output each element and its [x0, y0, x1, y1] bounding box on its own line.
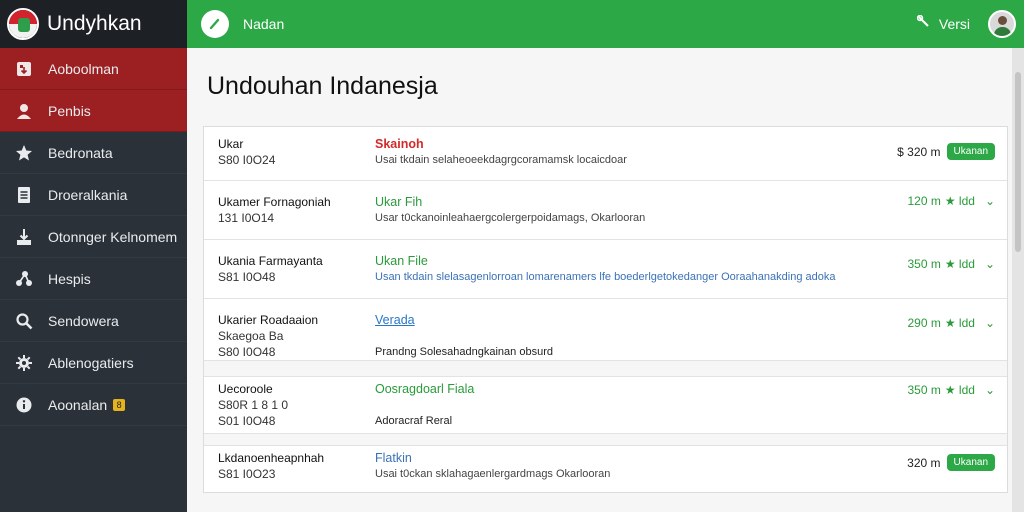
sidebar-item-hespis[interactable]: Hespis — [0, 258, 187, 300]
brand[interactable]: Undyhkan — [0, 0, 187, 48]
sidebar-item-label: Otonnger Kelnomem — [48, 228, 178, 245]
sidebar-item-label: Aoboolman — [48, 60, 119, 77]
scrollbar[interactable] — [1012, 48, 1024, 512]
version-label[interactable]: Versi — [939, 16, 970, 32]
list-divider — [204, 434, 1007, 446]
list-item[interactable]: Lkdanoenheapnhah S81 I0O23 Flatkin Usai … — [204, 446, 1007, 492]
list-item[interactable]: Ukar S80 I0O24 Skainoh Usai tkdain selah… — [204, 127, 1007, 181]
item-rating: ★ ldd — [944, 194, 975, 208]
document-icon — [14, 185, 34, 205]
list-item[interactable]: Ukarier Roadaaion Skaegoa Ba S80 I0O48 V… — [204, 299, 1007, 361]
download-list: Ukar S80 I0O24 Skainoh Usai tkdain selah… — [203, 126, 1008, 493]
sidebar-item-label: Hespis — [48, 270, 91, 287]
sidebar-item-droeralkania[interactable]: Droeralkania — [0, 174, 187, 216]
page-title: Undouhan Indanesja — [207, 72, 438, 100]
sidebar-item-bedronata[interactable]: Bedronata — [0, 132, 187, 174]
item-code: S81 I0O48 — [218, 270, 276, 284]
app-title: Undyhkan — [47, 12, 142, 35]
item-name: Ukar — [218, 137, 244, 151]
item-code: S81 I0O23 — [218, 467, 276, 481]
item-rating: ★ ldd — [944, 257, 975, 271]
user-icon — [14, 101, 34, 121]
download-box-icon — [14, 227, 34, 247]
item-code: S80 I0O24 — [218, 153, 276, 167]
sidebar-item-otonnger-kelnomem[interactable]: Otonnger Kelnomem — [0, 216, 187, 258]
sidebar-item-ablenogatiers[interactable]: Ablenogatiers — [0, 342, 187, 384]
item-name: Ukamer Fornagoniah — [218, 195, 331, 209]
download-button[interactable]: Ukanan — [946, 454, 995, 471]
search-icon — [14, 311, 34, 331]
sidebar-item-label: Penbis — [48, 102, 91, 119]
check-logo-icon[interactable] — [201, 10, 229, 38]
list-item[interactable]: Ukamer Fornagoniah 131 I0O14 Ukar Fih Us… — [204, 181, 1007, 240]
gear-icon — [14, 353, 34, 373]
download-icon — [14, 59, 34, 79]
list-item[interactable]: Uecoroole S80R 1 8 1 0 S01 I0O48 Oosragd… — [204, 377, 1007, 434]
item-title-link[interactable]: Ukan File — [375, 253, 835, 269]
item-code-secondary: S01 I0O48 — [218, 414, 276, 428]
item-title-link[interactable]: Skainoh — [375, 136, 627, 152]
main-content: Undouhan Indanesja Ukar S80 I0O24 Skaino… — [187, 48, 1024, 512]
item-size: $ 320 m — [897, 144, 941, 159]
chevron-down-icon[interactable]: ⌄ — [985, 383, 995, 397]
item-size: 320 m — [907, 455, 941, 470]
item-description: Adoracraf Reral — [375, 415, 453, 427]
item-name: Lkdanoenheapnhah — [218, 451, 325, 465]
notification-badge: 8 — [113, 398, 126, 411]
item-title-link[interactable]: Flatkin — [375, 450, 610, 466]
chevron-down-icon[interactable]: ⌄ — [985, 257, 995, 271]
item-title-link[interactable]: Verada — [375, 312, 553, 328]
chevron-down-icon[interactable]: ⌄ — [985, 316, 995, 330]
item-title-link[interactable]: Ukar Fih — [375, 194, 645, 210]
item-description: Usai tkdain selaheoeekdagrgcoramamsk loc… — [375, 154, 627, 166]
sidebar: Undyhkan Aoboolman Penbis Bedronata Droe… — [0, 0, 187, 512]
item-code: S80R 1 8 1 0 — [218, 398, 289, 412]
sidebar-item-label: Droeralkania — [48, 186, 128, 203]
avatar[interactable] — [988, 10, 1016, 38]
sidebar-item-aoonalan[interactable]: Aoonalan 8 — [0, 384, 187, 426]
item-size: 120 m — [907, 194, 941, 208]
sidebar-item-sendowera[interactable]: Sendowera — [0, 300, 187, 342]
item-size: 290 m — [907, 316, 941, 330]
sidebar-item-label: Bedronata — [48, 144, 113, 161]
item-name: Ukarier Roadaaion — [218, 313, 319, 327]
item-title-link[interactable]: Oosragdoarl Fiala — [375, 381, 474, 397]
item-code: 131 I0O14 — [218, 211, 275, 225]
star-icon — [14, 143, 34, 163]
item-description: Usar t0ckanoinleahaergcolergerpoidamags,… — [375, 212, 646, 224]
info-icon — [14, 395, 34, 415]
list-item[interactable]: Ukania Farmayanta S81 I0O48 Ukan File Us… — [204, 240, 1007, 299]
chevron-down-icon[interactable]: ⌄ — [985, 194, 995, 208]
sidebar-item-label: Sendowera — [48, 312, 119, 329]
sidebar-item-aoboolman[interactable]: Aoboolman — [0, 48, 187, 90]
sidebar-item-label: Ablenogatiers — [48, 354, 134, 371]
sidebar-item-penbis[interactable]: Penbis — [0, 90, 187, 132]
item-rating: ★ ldd — [944, 383, 975, 397]
sidebar-item-label: Aoonalan — [48, 396, 108, 413]
topbar-title: Nadan — [243, 16, 285, 32]
item-code: Skaegoa Ba — [218, 329, 284, 343]
list-divider — [204, 361, 1007, 377]
item-description: Usan tkdain slelasagenlorroan lomarename… — [375, 271, 836, 283]
item-description: Usai t0ckan sklahagaenlergardmags Okarlo… — [375, 468, 611, 480]
item-rating: ★ ldd — [944, 316, 975, 330]
item-size: 350 m — [907, 383, 941, 397]
share-icon — [14, 269, 34, 289]
item-code-secondary: S80 I0O48 — [218, 345, 276, 359]
item-size: 350 m — [907, 257, 941, 271]
flag-logo-icon — [7, 8, 39, 40]
item-name: Uecoroole — [218, 382, 273, 396]
scrollbar-thumb[interactable] — [1015, 72, 1021, 252]
topbar: Nadan Versi — [187, 0, 1024, 48]
item-description: Prandng Solesahadngkainan obsurd — [375, 346, 553, 358]
wrench-icon[interactable] — [916, 14, 931, 34]
download-button[interactable]: Ukanan — [946, 143, 995, 160]
item-name: Ukania Farmayanta — [218, 254, 323, 268]
